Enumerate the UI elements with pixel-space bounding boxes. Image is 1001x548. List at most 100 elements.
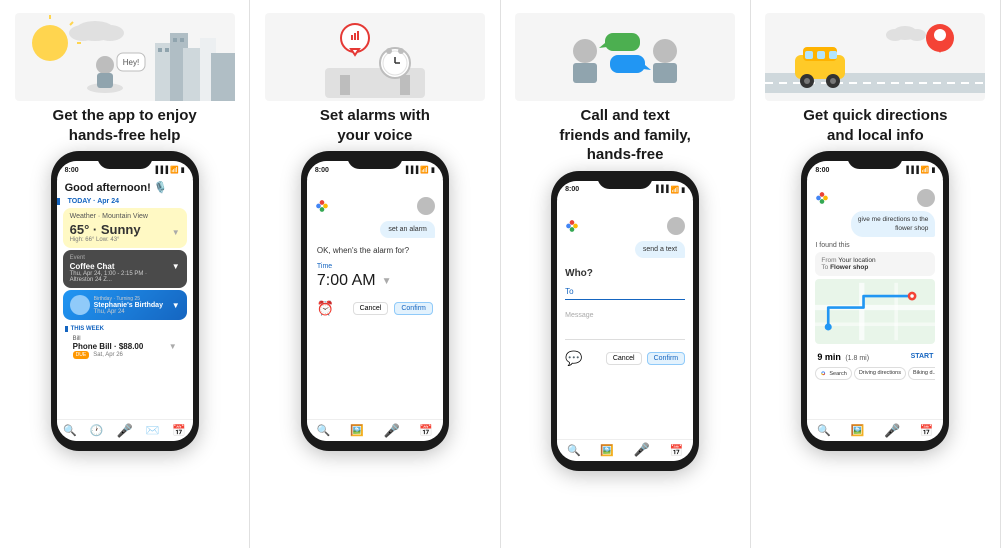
dir-from-row: From Your location bbox=[821, 257, 929, 264]
nav-calendar-icon-3[interactable]: 📅 bbox=[670, 444, 684, 457]
bottom-nav-4: 🔍 🖼️ 🎤 📅 bbox=[807, 419, 943, 441]
phone-screen-3: 8:00 ▐▐▐ 📶 ▮ bbox=[557, 181, 693, 461]
week-label: THIS WEEK bbox=[65, 326, 185, 332]
dir-bubble-right-container: give me directions to the flower shop bbox=[815, 211, 935, 237]
alarm-dropdown-icon[interactable]: ▼ bbox=[382, 276, 392, 287]
bottom-nav-3: 🔍 🖼️ 🎤 📅 bbox=[557, 439, 693, 461]
alarm-bubble-right-container: set an alarm bbox=[315, 221, 435, 238]
nav-mail-icon[interactable]: ✉️ bbox=[146, 424, 160, 437]
today-label: TODAY · Apr 24 bbox=[57, 198, 193, 205]
event-name: Coffee Chat bbox=[70, 262, 172, 271]
nav-photo-icon-3[interactable]: 🖼️ bbox=[600, 444, 614, 457]
wifi-icon-2: 📶 bbox=[420, 166, 429, 174]
alarm-bell-icon: ⏰ bbox=[317, 300, 334, 317]
nav-mic-icon-3[interactable]: 🎤 bbox=[634, 442, 650, 458]
illustration-2 bbox=[260, 12, 489, 102]
text-bubble-right: send a text bbox=[635, 241, 685, 258]
nav-calendar-icon-4[interactable]: 📅 bbox=[920, 424, 934, 437]
birthday-date: Thu, Apr 24 bbox=[94, 309, 168, 315]
text-actions: 💬 Cancel Confirm bbox=[565, 350, 685, 367]
svg-text:Hey!: Hey! bbox=[122, 58, 138, 67]
dir-tab-search[interactable]: Search bbox=[815, 367, 851, 380]
dir-start-button[interactable]: START bbox=[911, 353, 934, 360]
birthday-card: Birthday · Turning 25 Stephanie's Birthd… bbox=[63, 290, 187, 320]
home-header: Good afternoon! 🎙️ bbox=[57, 179, 193, 198]
user-avatar-3 bbox=[667, 217, 685, 235]
alarm-cancel-button[interactable]: Cancel bbox=[353, 302, 389, 315]
bill-tag: DUE bbox=[73, 351, 90, 359]
text-bubble-right-container: send a text bbox=[565, 241, 685, 258]
status-icons-2: ▐▐▐ 📶 ▮ bbox=[403, 166, 434, 174]
dir-bubble-right: give me directions to the flower shop bbox=[851, 211, 935, 237]
weather-temp: 65° · Sunny bbox=[70, 222, 141, 237]
messages-icon: 💬 bbox=[565, 350, 582, 367]
alarm-time-label: Time bbox=[315, 263, 435, 270]
phone-notch-2 bbox=[347, 151, 402, 169]
message-area[interactable]: Message bbox=[565, 312, 685, 340]
phone-notch-4 bbox=[848, 151, 903, 169]
alarm-actions: ⏰ Cancel Confirm bbox=[315, 300, 435, 317]
nav-photo-icon-2[interactable]: 🖼️ bbox=[350, 424, 364, 437]
signal-icon-2: ▐▐▐ bbox=[403, 167, 418, 174]
alarm-chat: set an alarm OK, when's the alarm for? T… bbox=[307, 179, 443, 437]
panel-4: Get quick directions and local info 8:00… bbox=[751, 0, 1001, 548]
nav-mic-icon-2[interactable]: 🎤 bbox=[383, 423, 399, 439]
assistant-dots-3 bbox=[565, 217, 685, 235]
status-time-3: 8:00 bbox=[565, 186, 579, 193]
battery-icon-3: ▮ bbox=[681, 186, 685, 194]
week-section: THIS WEEK Bill Phone Bill · $88.00 ▼ DUE… bbox=[57, 322, 193, 363]
nav-mic-icon[interactable]: 🎤 bbox=[117, 423, 133, 439]
phone-1: 8:00 ▐▐▐ 📶 ▮ Good afternoon! 🎙️ TODAY · … bbox=[51, 151, 199, 451]
nav-calendar-icon-2[interactable]: 📅 bbox=[419, 424, 433, 437]
who-label: Who? bbox=[565, 268, 685, 279]
weather-sub: High: 66° Low: 43° bbox=[70, 237, 141, 243]
text-cancel-button[interactable]: Cancel bbox=[606, 352, 642, 365]
nav-explore-icon-3[interactable]: 🔍 bbox=[567, 444, 581, 457]
wifi-icon-4: 📶 bbox=[921, 166, 930, 174]
panel-3-title: Call and text friends and family, hands-… bbox=[559, 106, 690, 165]
phone-screen-1: 8:00 ▐▐▐ 📶 ▮ Good afternoon! 🎙️ TODAY · … bbox=[57, 161, 193, 441]
signal-icon-3: ▐▐▐ bbox=[654, 186, 669, 193]
greeting-text: Good afternoon! 🎙️ bbox=[65, 181, 168, 194]
panel-1: Hey! Get the app to enjoy hands-free hel… bbox=[0, 0, 250, 548]
phone-3: 8:00 ▐▐▐ 📶 ▮ bbox=[551, 171, 699, 471]
panel-1-title: Get the app to enjoy hands-free help bbox=[53, 106, 197, 145]
battery-icon-4: ▮ bbox=[932, 166, 936, 174]
status-icons-4: ▐▐▐ 📶 ▮ bbox=[904, 166, 935, 174]
signal-icon-4: ▐▐▐ bbox=[904, 167, 919, 174]
nav-explore-icon[interactable]: 🔍 bbox=[63, 424, 77, 437]
status-time-4: 8:00 bbox=[815, 167, 829, 174]
event-chevron: ▼ bbox=[172, 262, 180, 271]
to-field[interactable]: To bbox=[565, 287, 685, 300]
dir-tab-driving[interactable]: Driving directions bbox=[854, 367, 906, 380]
nav-explore-icon-4[interactable]: 🔍 bbox=[817, 424, 831, 437]
status-icons-3: ▐▐▐ 📶 ▮ bbox=[654, 186, 685, 194]
assistant-dots bbox=[315, 197, 435, 215]
dir-time-distance: 9 min (1.8 mi) bbox=[817, 347, 869, 365]
bill-row: Bill Phone Bill · $88.00 ▼ DUE Sat, Apr … bbox=[65, 334, 185, 361]
nav-photo-icon-4[interactable]: 🖼️ bbox=[851, 424, 865, 437]
nav-calendar-icon[interactable]: 📅 bbox=[172, 424, 186, 437]
dir-from-val: Your location bbox=[838, 257, 875, 264]
illustration-3 bbox=[511, 12, 740, 102]
dir-time-text: 9 min bbox=[817, 352, 841, 362]
phone-4: 8:00 ▐▐▐ 📶 ▮ bbox=[801, 151, 949, 451]
alarm-confirm-button[interactable]: Confirm bbox=[394, 302, 433, 315]
nav-mic-icon-4[interactable]: 🎤 bbox=[884, 423, 900, 439]
text-confirm-button[interactable]: Confirm bbox=[647, 352, 686, 365]
phone-screen-4: 8:00 ▐▐▐ 📶 ▮ bbox=[807, 161, 943, 441]
user-avatar-2 bbox=[417, 197, 435, 215]
birthday-name: Stephanie's Birthday bbox=[94, 302, 168, 309]
phone-2: 8:00 ▐▐▐ 📶 ▮ bbox=[301, 151, 449, 451]
event-label: Event bbox=[70, 255, 180, 261]
dir-from-label: From bbox=[821, 257, 836, 264]
birthday-chevron: ▼ bbox=[172, 301, 180, 310]
bottom-nav-1: 🔍 🕐 🎤 ✉️ 📅 bbox=[57, 419, 193, 441]
panel-2: Set alarms with your voice 8:00 ▐▐▐ 📶 ▮ bbox=[250, 0, 500, 548]
dir-to-label: To bbox=[821, 264, 828, 271]
alarm-time-text: 7:00 AM bbox=[317, 272, 376, 290]
dir-tab-biking[interactable]: Biking d... bbox=[908, 367, 935, 380]
nav-clock-icon[interactable]: 🕐 bbox=[90, 424, 104, 437]
dir-tab-search-label: Search bbox=[829, 371, 846, 377]
nav-explore-icon-2[interactable]: 🔍 bbox=[317, 424, 331, 437]
